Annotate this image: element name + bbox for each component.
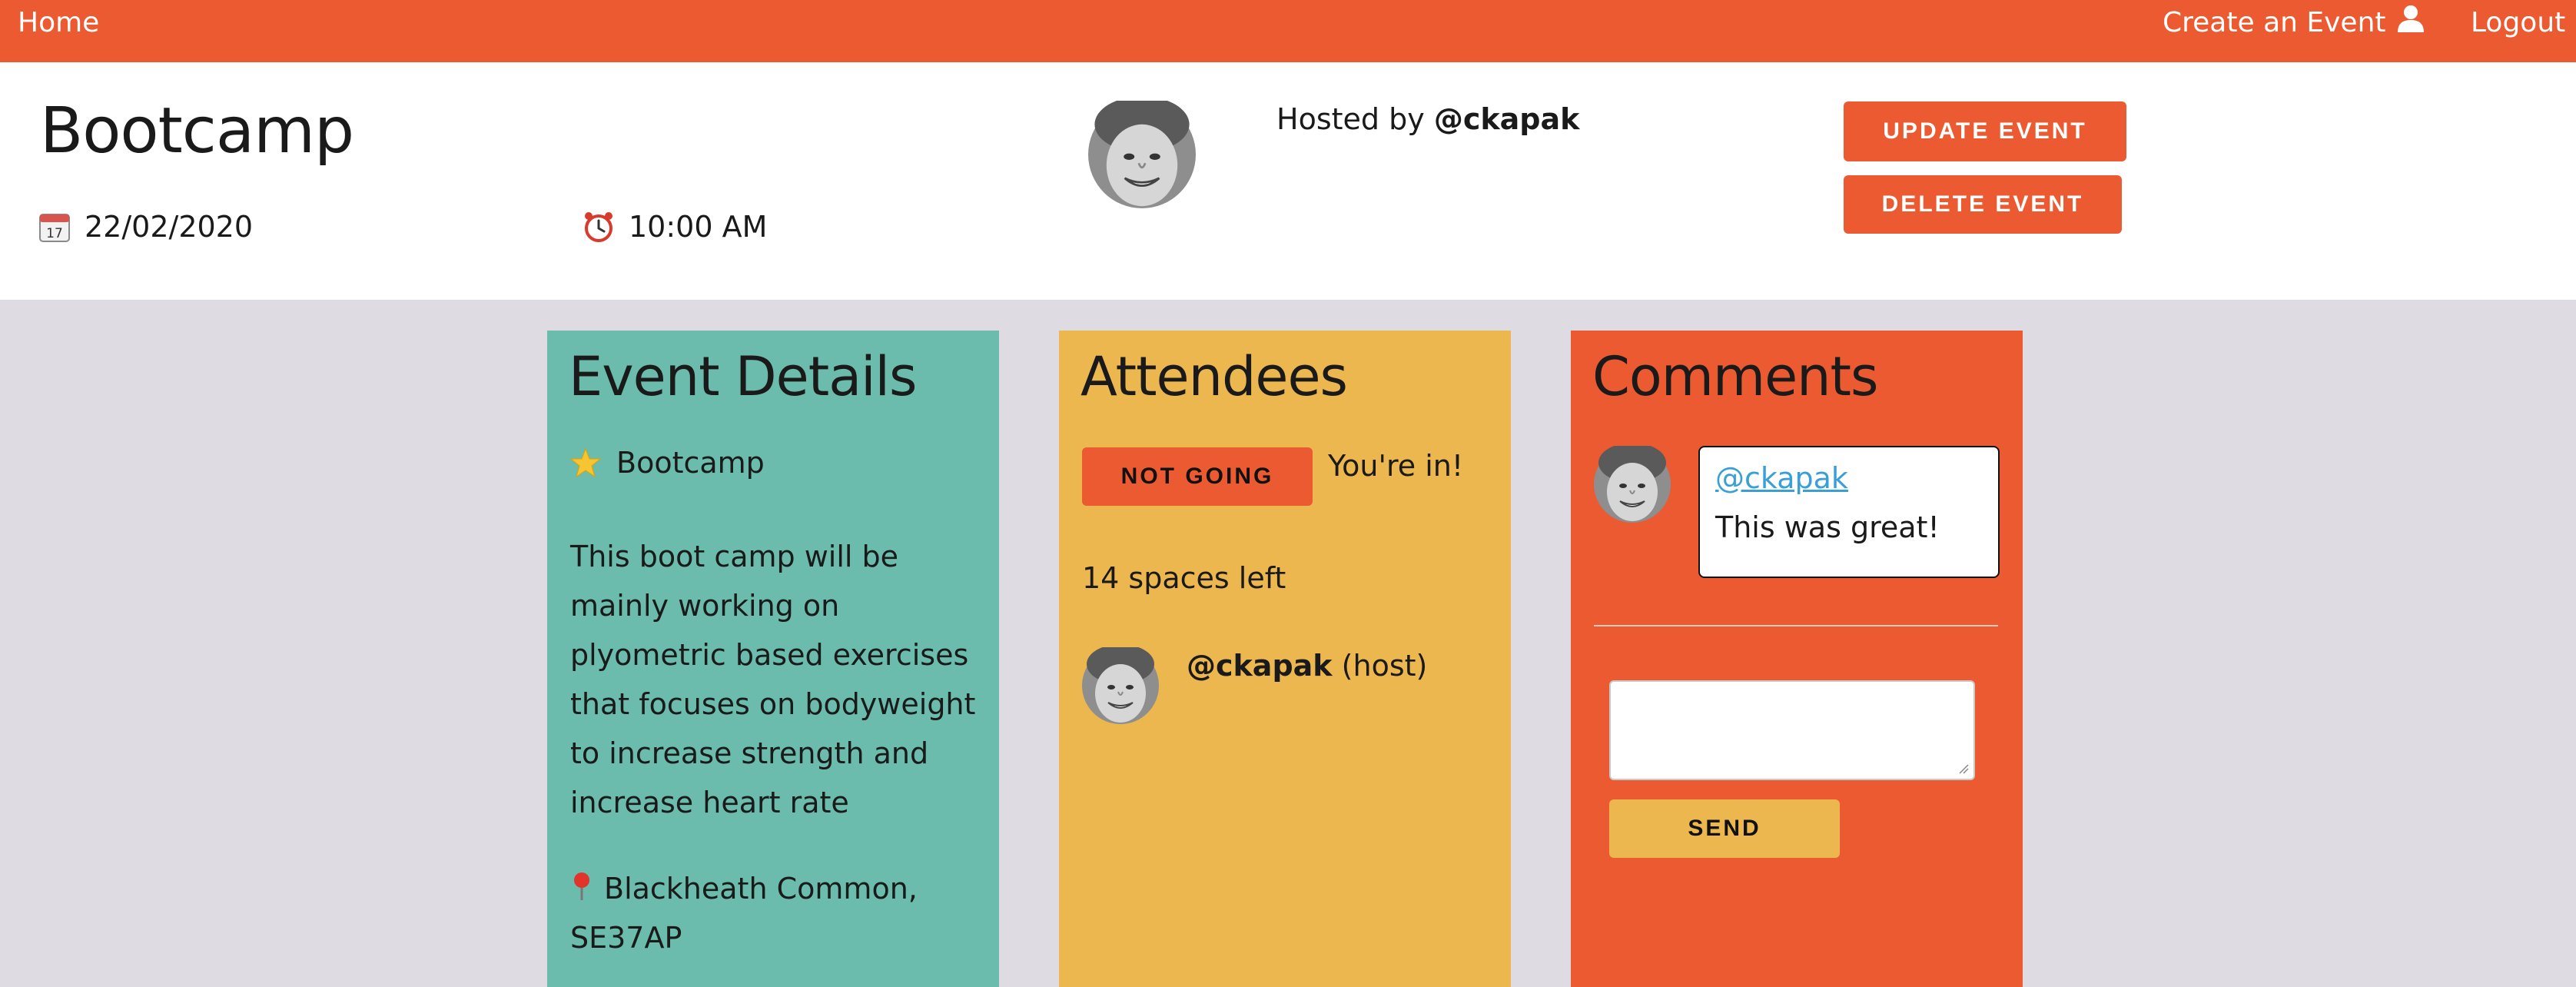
attendees-panel: Attendees NOT GOING You're in! 14 spaces… bbox=[1059, 331, 1511, 987]
comment-avatar bbox=[1594, 446, 1671, 523]
event-date: 17 22/02/2020 bbox=[38, 210, 253, 244]
user-icon[interactable] bbox=[2395, 3, 2426, 34]
event-time-text: 10:00 AM bbox=[629, 210, 768, 244]
event-details-panel: Event Details Bootcamp This boot camp wi… bbox=[547, 331, 999, 987]
comments-panel: Comments @ckapak This was great! SEND bbox=[1571, 331, 2023, 987]
host-avatar bbox=[1088, 101, 1196, 208]
host-handle[interactable]: @ckapak bbox=[1434, 102, 1580, 136]
event-title: Bootcamp bbox=[40, 95, 354, 168]
rsvp-status: You're in! bbox=[1328, 449, 1464, 483]
attendee-avatar bbox=[1082, 647, 1159, 724]
navbar: Home Create an Event Logout bbox=[0, 0, 2576, 62]
delete-event-button[interactable]: DELETE EVENT bbox=[1844, 175, 2122, 234]
event-location: Blackheath Common, SE37AP bbox=[570, 864, 985, 962]
comment-bubble: @ckapak This was great! bbox=[1698, 446, 2000, 578]
calendar-icon: 17 bbox=[39, 214, 70, 242]
resize-grip-icon[interactable] bbox=[1958, 763, 1969, 774]
star-icon bbox=[570, 447, 601, 478]
update-event-button[interactable]: UPDATE EVENT bbox=[1844, 101, 2126, 161]
comment-user-link[interactable]: @ckapak bbox=[1715, 461, 1983, 495]
event-header: Bootcamp 17 22/02/2020 10:00 AM Hosted b… bbox=[0, 62, 2576, 300]
hosted-by-label: Hosted by bbox=[1276, 102, 1425, 136]
comment-text: This was great! bbox=[1715, 510, 1940, 544]
attendee-row: @ckapak (host) bbox=[1187, 649, 1427, 683]
comment-input[interactable] bbox=[1609, 680, 1975, 780]
nav-home-link[interactable]: Home bbox=[18, 6, 99, 39]
attendee-role: (host) bbox=[1341, 649, 1428, 683]
svg-text:17: 17 bbox=[46, 226, 63, 241]
location-pin-icon bbox=[574, 872, 589, 900]
event-location-text: Blackheath Common, SE37AP bbox=[570, 872, 918, 955]
event-name: Bootcamp bbox=[616, 446, 765, 480]
event-details-heading: Event Details bbox=[569, 345, 917, 408]
event-time: 10:00 AM bbox=[583, 210, 767, 244]
event-date-text: 22/02/2020 bbox=[85, 210, 254, 244]
nav-create-event-link[interactable]: Create an Event bbox=[2163, 6, 2386, 39]
alarm-clock-icon bbox=[585, 212, 612, 242]
event-description: This boot camp will be mainly working on… bbox=[570, 540, 976, 819]
attendee-handle[interactable]: @ckapak bbox=[1187, 649, 1333, 683]
comment-divider bbox=[1594, 625, 1998, 626]
spaces-left: 14 spaces left bbox=[1082, 561, 1286, 595]
event-name-row: Bootcamp bbox=[570, 446, 765, 480]
attendees-heading: Attendees bbox=[1081, 345, 1348, 408]
nav-logout-link[interactable]: Logout bbox=[2471, 6, 2565, 39]
not-going-button[interactable]: NOT GOING bbox=[1082, 447, 1313, 506]
comments-heading: Comments bbox=[1592, 345, 1878, 408]
hosted-by: Hosted by @ckapak bbox=[1276, 102, 1579, 136]
send-comment-button[interactable]: SEND bbox=[1609, 799, 1840, 858]
